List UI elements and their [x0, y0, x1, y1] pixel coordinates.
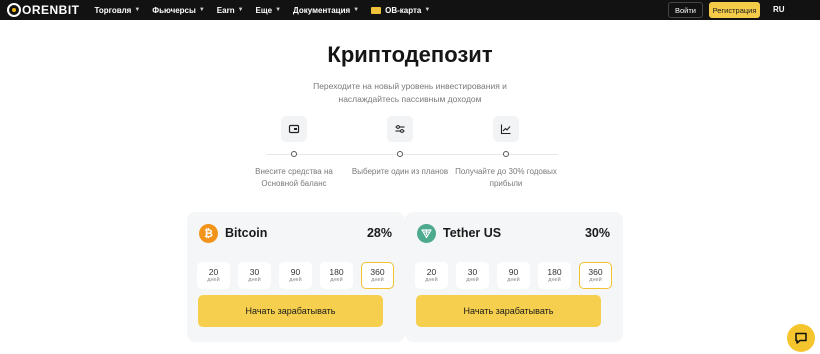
plan-option-20[interactable]: 20 дней: [415, 262, 448, 289]
language-selector[interactable]: RU: [773, 5, 785, 14]
step-dot: [503, 151, 509, 157]
chat-bubble-icon: [795, 332, 807, 344]
step-3-line-2: прибыли: [489, 179, 523, 188]
orenbit-logo[interactable]: ORENBIT: [7, 3, 80, 17]
plan-option-20[interactable]: 20 дней: [197, 262, 230, 289]
nav-more-label: Еще: [255, 5, 273, 15]
main-nav: Торговля ▼ Фьючерсы ▼ Earn ▼ Еще ▼ Документа…: [95, 6, 443, 15]
nav-trading[interactable]: Торговля ▼: [95, 6, 141, 15]
page-title: Криптодепозит: [327, 42, 493, 67]
nav-futures[interactable]: Фьючерсы ▼: [152, 6, 205, 15]
plan-days: 180: [329, 266, 344, 277]
start-earning-button[interactable]: Начать зарабатывать: [198, 295, 383, 327]
plan-option-180[interactable]: 180 дней: [538, 262, 571, 289]
chevron-down-icon: ▼: [275, 7, 282, 13]
logo-text: ORENBIT: [22, 3, 80, 17]
plan-unit: дней: [248, 276, 261, 283]
apy-rate: 28%: [366, 226, 392, 240]
login-button[interactable]: Войти: [668, 2, 703, 18]
steps-divider-line: [267, 154, 558, 155]
nav-more[interactable]: Еще ▼: [256, 6, 282, 15]
plan-unit: дней: [330, 276, 343, 283]
nav-earn-label: Earn: [216, 5, 235, 15]
subtitle-line-2: наслаждайтесь пассивным доходом: [338, 94, 482, 104]
plan-selector: 20 дней 30 дней 90 дней 180 дней 360 дней: [415, 262, 620, 289]
plan-days: 30: [467, 266, 478, 277]
plan-unit: дней: [371, 276, 384, 283]
start-earning-button[interactable]: Начать зарабатывать: [416, 295, 601, 327]
step-2-line-1: Выберите один из планов: [351, 167, 449, 176]
plan-days: 90: [508, 266, 519, 277]
step-1-line-2: Основной баланс: [261, 179, 327, 188]
wallet-icon: [281, 116, 307, 142]
nav-docs[interactable]: Документация ▼: [293, 6, 359, 15]
step-3-text: Получайте до 30% годовых прибыли: [451, 166, 561, 190]
tether-icon: [417, 224, 436, 243]
plan-unit: дней: [589, 276, 602, 283]
step-1-line-1: Внесите средства на: [255, 167, 333, 176]
chart-icon: [493, 116, 519, 142]
coin-name: Tether US: [443, 226, 502, 240]
plan-option-360-selected[interactable]: 360 дней: [361, 262, 394, 289]
bitcoin-icon: ₿: [199, 224, 218, 243]
plan-days: 180: [547, 266, 562, 277]
subtitle-line-1: Переходите на новый уровень инвестирован…: [313, 81, 507, 91]
chat-support-button[interactable]: [787, 324, 815, 352]
plan-unit: дней: [289, 276, 302, 283]
plan-option-180[interactable]: 180 дней: [320, 262, 353, 289]
register-button[interactable]: Регистрация: [709, 2, 760, 18]
plan-unit: дней: [425, 276, 438, 283]
nav-earn[interactable]: Earn ▼: [217, 6, 244, 15]
chevron-down-icon: ▼: [353, 7, 360, 13]
top-navigation-bar: ORENBIT Торговля ▼ Фьючерсы ▼ Earn ▼ Еще ▼ Д…: [0, 0, 820, 20]
plan-unit: дней: [507, 276, 520, 283]
step-1-text: Внесите средства на Основной баланс: [239, 166, 349, 190]
deposit-card-bitcoin: ₿ Bitcoin 28% 20 дней 30 дней 90 дней 180 дн…: [187, 212, 405, 342]
nav-trading-label: Торговля: [94, 5, 132, 15]
chevron-down-icon: ▼: [134, 7, 141, 13]
sliders-icon: [387, 116, 413, 142]
plan-option-90[interactable]: 90 дней: [497, 262, 530, 289]
plan-option-30[interactable]: 30 дней: [238, 262, 271, 289]
logo-mark-icon: [7, 3, 21, 17]
card-icon: [371, 6, 382, 14]
page-subtitle: Переходите на новый уровень инвестирован…: [0, 80, 820, 106]
step-dot: [397, 151, 403, 157]
plan-option-90[interactable]: 90 дней: [279, 262, 312, 289]
plan-days: 360: [588, 266, 603, 277]
deposit-card-tether: Tether US 30% 20 дней 30 дней 90 дней 180 дн…: [405, 212, 623, 342]
plan-unit: дней: [207, 276, 220, 283]
step-3-line-1: Получайте до 30% годовых: [455, 167, 557, 176]
plan-days: 90: [290, 266, 301, 277]
plan-unit: дней: [548, 276, 561, 283]
nav-ob-card-label: OB-карта: [385, 5, 422, 15]
chevron-down-icon: ▼: [198, 7, 205, 13]
plan-option-30[interactable]: 30 дней: [456, 262, 489, 289]
plan-days: 20: [208, 266, 219, 277]
nav-ob-card[interactable]: OB-карта ▼: [371, 6, 430, 15]
step-dot: [291, 151, 297, 157]
coin-name: Bitcoin: [225, 226, 268, 240]
nav-futures-label: Фьючерсы: [152, 5, 196, 15]
plan-days: 360: [370, 266, 385, 277]
nav-docs-label: Документация: [293, 5, 351, 15]
chevron-down-icon: ▼: [237, 7, 244, 13]
apy-rate: 30%: [584, 226, 610, 240]
plan-days: 20: [426, 266, 437, 277]
chevron-down-icon: ▼: [424, 7, 431, 13]
plan-selector: 20 дней 30 дней 90 дней 180 дней 360 дней: [197, 262, 402, 289]
step-2-text: Выберите один из планов: [345, 166, 455, 178]
plan-days: 30: [249, 266, 260, 277]
plan-option-360-selected[interactable]: 360 дней: [579, 262, 612, 289]
plan-unit: дней: [466, 276, 479, 283]
